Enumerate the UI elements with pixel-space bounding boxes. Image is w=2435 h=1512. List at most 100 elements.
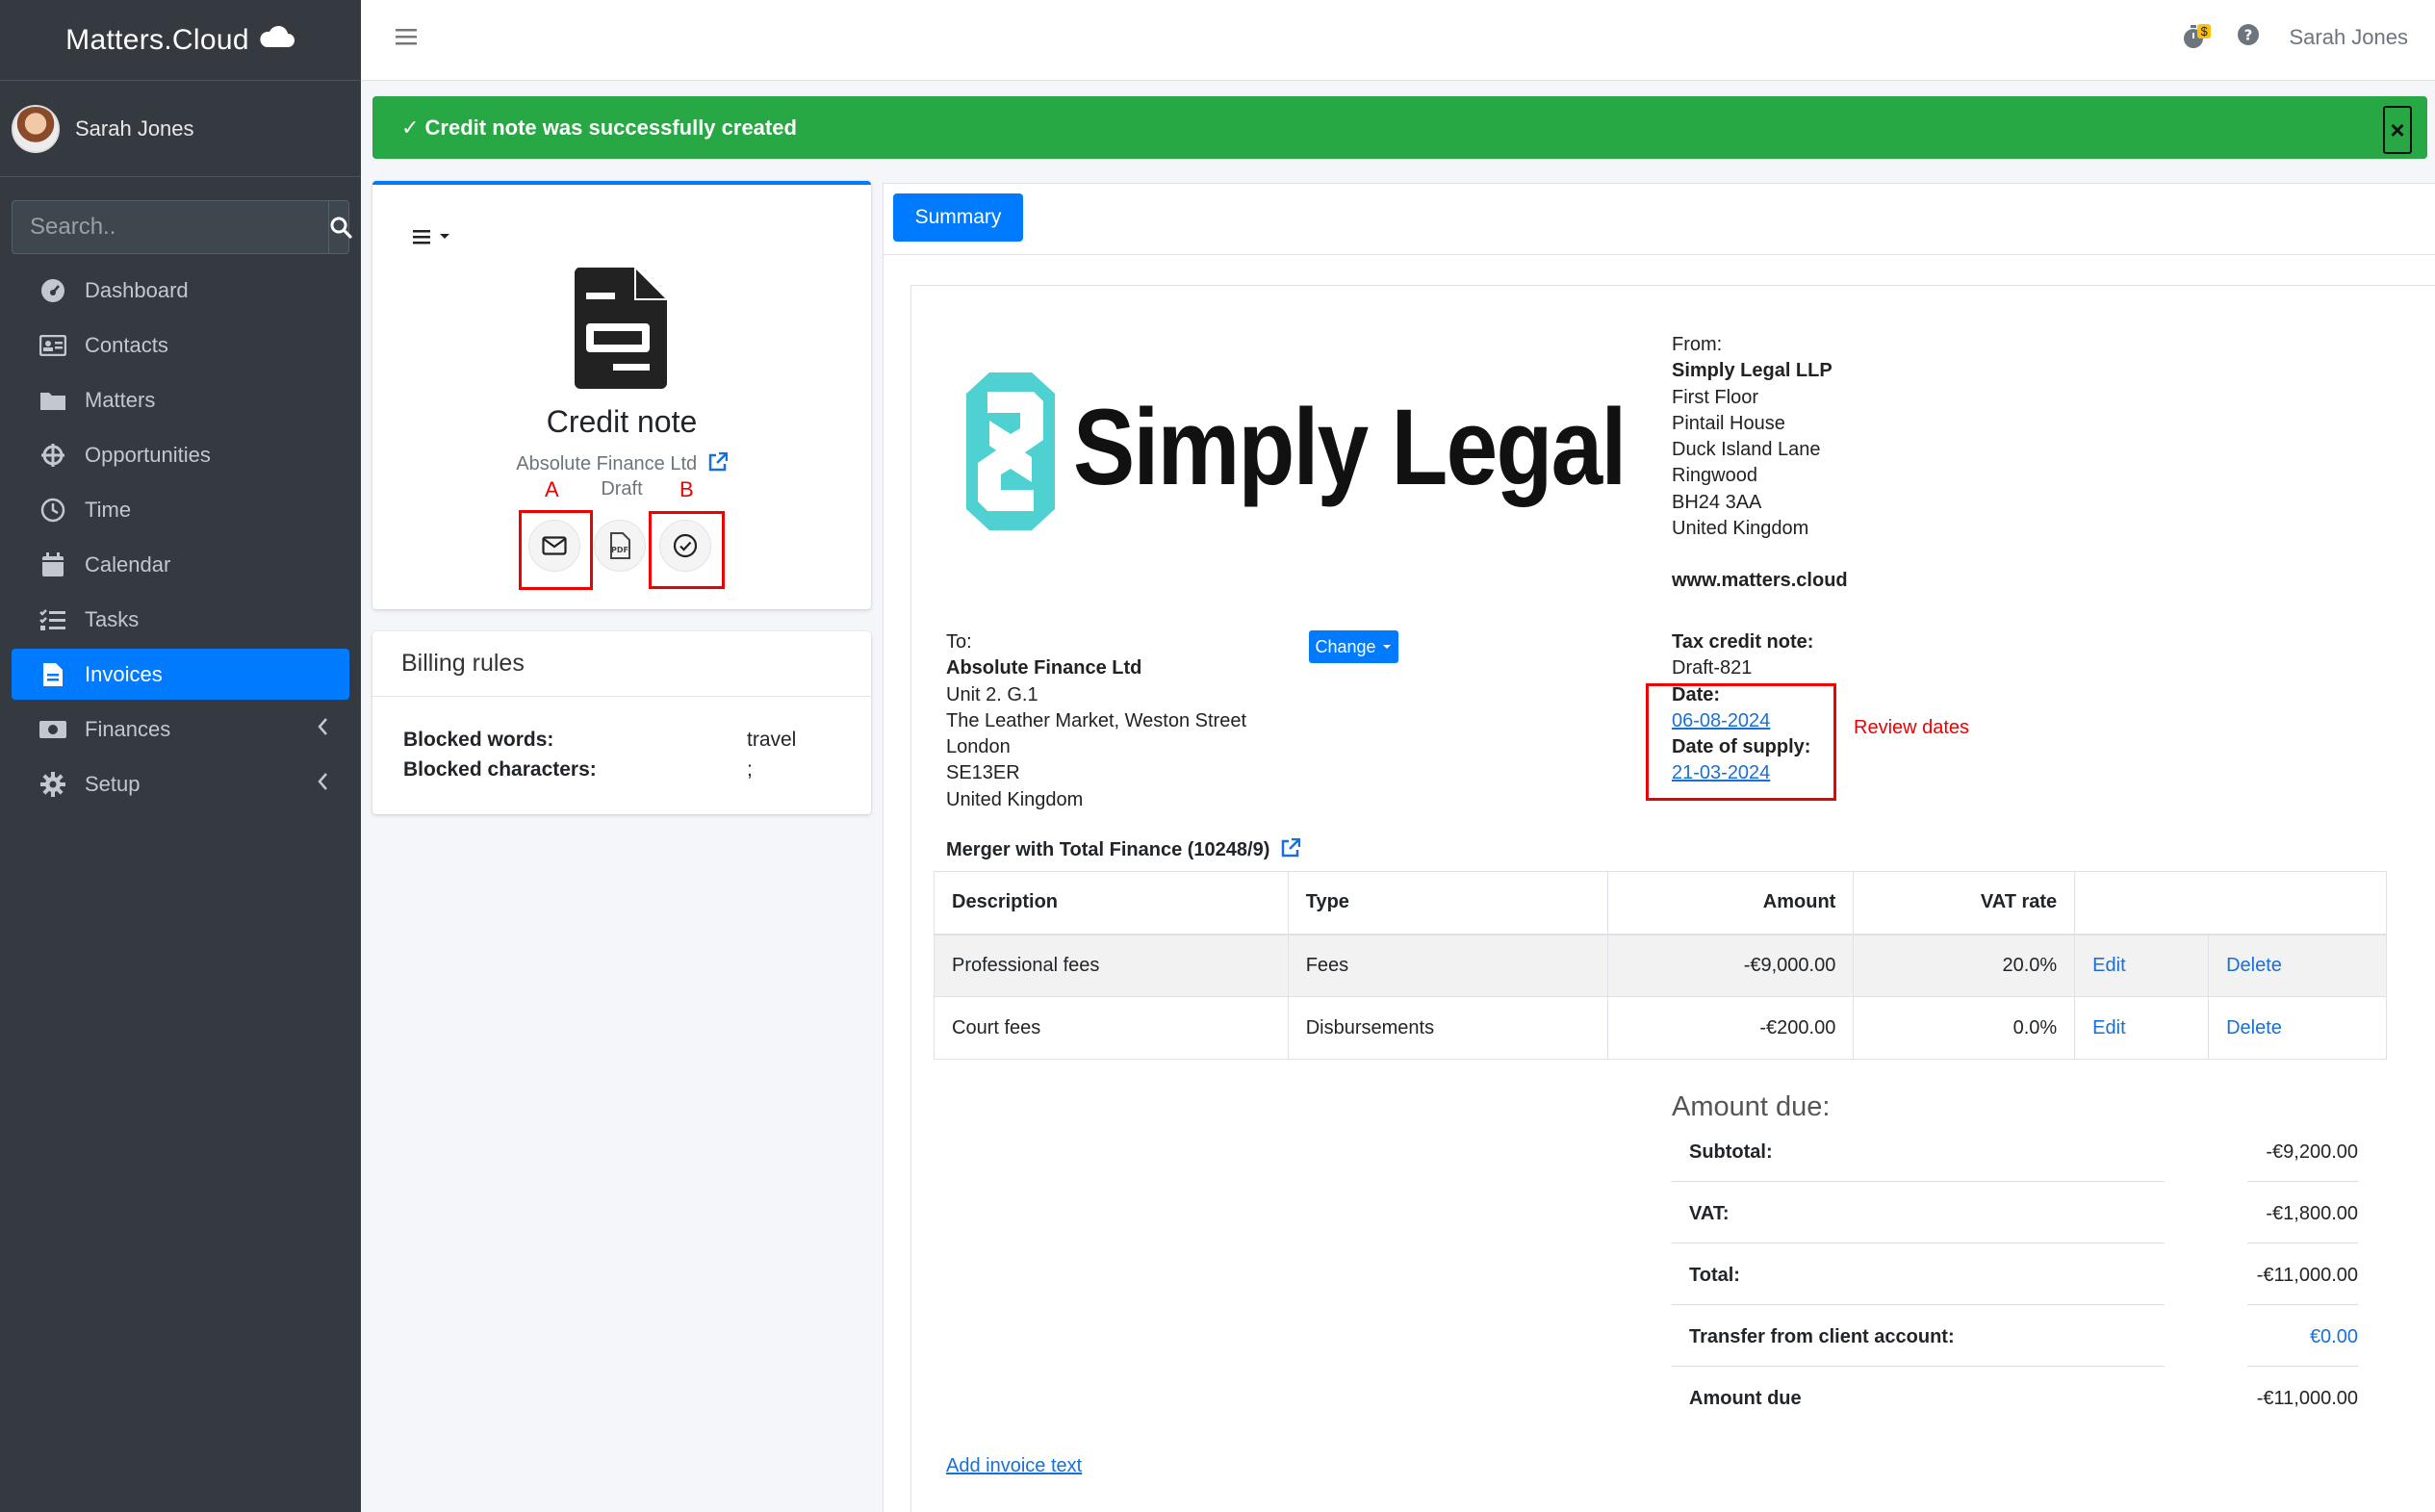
blocked-words-row: Blocked words: travel [403, 729, 796, 752]
client-transfer-link[interactable]: €0.00 [2310, 1326, 2358, 1348]
search-icon [330, 217, 352, 239]
blocked-characters-value: ; [747, 758, 753, 781]
cell-edit: Edit [2074, 996, 2210, 1060]
delete-link[interactable]: Delete [2226, 1017, 2282, 1038]
sidebar-user-name: Sarah Jones [75, 115, 194, 141]
actions-menu-toggle[interactable] [411, 227, 453, 252]
client-link[interactable]: Absolute Finance Ltd [372, 451, 871, 475]
brand[interactable]: Matters.Cloud [0, 0, 361, 81]
cell-type: Disbursements [1287, 996, 1608, 1060]
edit-link[interactable]: Edit [2092, 955, 2125, 976]
annotation-box-dates [1646, 683, 1836, 801]
column-header: Amount [1606, 871, 1855, 935]
totals-label: Amount due [1689, 1388, 1802, 1409]
totals-row: Amount due -€11,000.00 [1672, 1367, 2358, 1428]
document-icon [574, 268, 667, 395]
search-button[interactable] [328, 201, 352, 253]
add-invoice-text-link[interactable]: Add invoice text [946, 1455, 1082, 1477]
sidebar-item-finances[interactable]: Finances [12, 704, 349, 755]
cloud-icon [257, 24, 295, 57]
table-row: Court fees Disbursements -€200.00 0.0% E… [934, 996, 2387, 1060]
sidebar-item-contacts[interactable]: Contacts [12, 320, 349, 371]
to-line: Unit 2. G.1 [946, 683, 1038, 705]
tax-number: Draft-821 [1672, 657, 1753, 679]
sidebar-item-label: Calendar [85, 551, 171, 577]
cell-type: Fees [1287, 934, 1608, 997]
alert-message: ✓ Credit note was successfully created [401, 115, 797, 140]
billing-rules-card: Billing rules Blocked words: travel Bloc… [372, 631, 871, 814]
topbar-user-name[interactable]: Sarah Jones [2289, 25, 2408, 50]
close-button[interactable]: × [2383, 106, 2412, 154]
topbar-right: $ ? Sarah Jones [2183, 23, 2408, 52]
totals-value: -€9,200.00 [2266, 1141, 2358, 1163]
to-line: United Kingdom [946, 788, 1084, 810]
simply-legal-logo-icon [962, 371, 1059, 538]
crosshair-icon [38, 442, 67, 469]
pdf-button[interactable]: PDF [594, 520, 646, 572]
invoice-icon [38, 661, 67, 688]
totals-value: -€11,000.00 [2256, 1388, 2358, 1409]
blocked-characters-row: Blocked characters: ; [403, 758, 753, 782]
from-address: From: Simply Legal LLP First Floor Pinta… [1672, 332, 1848, 595]
folder-icon [38, 387, 67, 414]
totals-label: Transfer from client account: [1689, 1326, 1955, 1347]
change-recipient-button[interactable]: Change [1309, 630, 1398, 663]
from-line: Pintail House [1672, 412, 1785, 434]
hamburger-menu-icon[interactable] [396, 27, 417, 52]
sidebar-item-dashboard[interactable]: Dashboard [12, 265, 349, 316]
matter-link[interactable]: Merger with Total Finance (10248/9) [946, 837, 1301, 861]
sidebar-item-setup[interactable]: Setup [12, 758, 349, 809]
tasks-icon [38, 606, 67, 633]
table-header-row: Description Type Amount VAT rate [934, 871, 2387, 935]
cell-edit: Edit [2074, 934, 2210, 997]
list-menu-icon [413, 230, 449, 244]
cell-vat: 20.0% [1853, 934, 2076, 997]
cell-delete: Delete [2208, 996, 2387, 1060]
stopwatch-icon[interactable]: $ [2183, 24, 2211, 51]
search-input[interactable] [13, 201, 328, 253]
sidebar-item-calendar[interactable]: Calendar [12, 539, 349, 590]
help-icon[interactable]: ? [2237, 23, 2260, 52]
client-name: Absolute Finance Ltd [516, 453, 698, 474]
sidebar-nav: Dashboard Contacts Matters Opportunities… [12, 265, 349, 813]
cell-description: Court fees [934, 996, 1289, 1060]
cell-description: Professional fees [934, 934, 1289, 997]
sidebar-item-label: Time [85, 497, 132, 522]
sidebar-item-time[interactable]: Time [12, 484, 349, 535]
to-line: London [946, 736, 1011, 758]
sidebar-item-matters[interactable]: Matters [12, 374, 349, 425]
sidebar-item-label: Invoices [85, 661, 163, 686]
from-name: Simply Legal LLP [1672, 360, 1833, 382]
totals-label: Total: [1689, 1265, 1740, 1286]
success-alert: ✓ Credit note was successfully created × [372, 96, 2427, 159]
sidebar-item-tasks[interactable]: Tasks [12, 594, 349, 645]
svg-text:PDF: PDF [611, 546, 628, 554]
chevron-left-icon [317, 772, 328, 797]
to-label: To: [946, 631, 972, 653]
logo-wordmark: Simply Legal [1073, 387, 1627, 507]
totals-value: -€11,000.00 [2256, 1265, 2358, 1286]
brand-name: Matters.Cloud [65, 23, 249, 56]
sidebar-item-label: Tasks [85, 606, 140, 631]
gear-icon [38, 771, 67, 798]
sidebar-item-invoices[interactable]: Invoices [12, 649, 349, 700]
delete-link[interactable]: Delete [2226, 955, 2282, 976]
user-panel[interactable]: Sarah Jones [0, 81, 361, 177]
amount-due-heading: Amount due: [1672, 1091, 1831, 1122]
tab-divider [883, 254, 2435, 255]
sidebar-item-label: Opportunities [85, 442, 211, 467]
totals-table: Subtotal: -€9,200.00 VAT: -€1,800.00 Tot… [1672, 1120, 2358, 1428]
document-card: Credit note Absolute Finance Ltd Draft P… [372, 181, 871, 609]
tab-summary[interactable]: Summary [893, 193, 1023, 242]
from-line: BH24 3AA [1672, 491, 1762, 513]
cell-amount: -€9,000.00 [1606, 934, 1855, 997]
review-dates-note: Review dates [1854, 717, 1970, 738]
money-icon [38, 716, 67, 743]
column-header: Description [934, 871, 1289, 935]
blocked-words-label: Blocked words: [403, 729, 554, 751]
timer-badge: $ [2197, 24, 2211, 38]
chevron-left-icon [317, 717, 328, 742]
sidebar-item-opportunities[interactable]: Opportunities [12, 429, 349, 480]
calendar-icon [38, 551, 67, 578]
edit-link[interactable]: Edit [2092, 1017, 2125, 1038]
